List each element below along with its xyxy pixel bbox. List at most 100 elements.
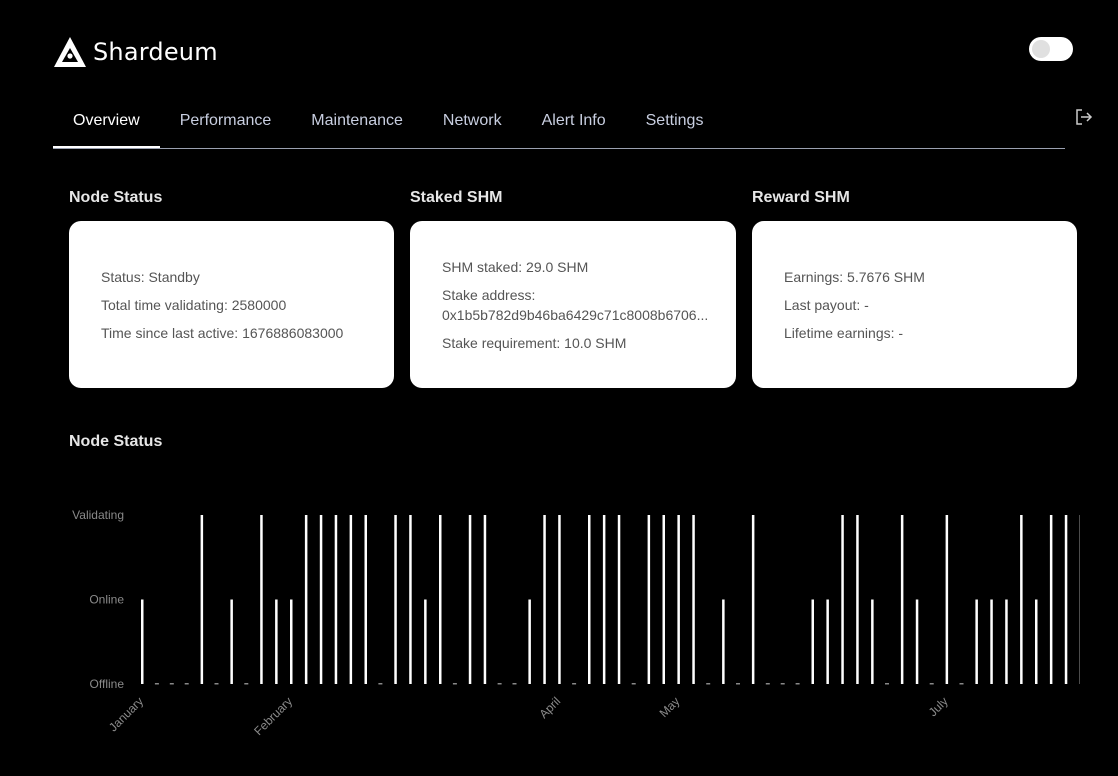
status-bar (945, 515, 949, 684)
status-bar (275, 599, 278, 684)
toggle-knob (1032, 40, 1050, 58)
status-bar (826, 599, 829, 684)
staked-shm-title: Staked SHM (410, 189, 503, 206)
reward-shm-card: Earnings: 5.7676 SHM Last payout: - Life… (752, 221, 1077, 388)
offline-marker (706, 683, 711, 685)
y-axis-label-offline: Offline (90, 677, 125, 691)
status-bar (811, 599, 814, 684)
tab-overview[interactable]: Overview (53, 100, 160, 148)
node-status-card: Status: Standby Total time validating: 2… (69, 221, 394, 388)
offline-marker (378, 683, 383, 685)
app-name: Shardeum (93, 38, 218, 66)
status-bar (662, 515, 665, 684)
offline-marker (572, 683, 577, 685)
stake-address-label: Stake address: (442, 286, 536, 303)
node-status-chart-title: Node Status (69, 433, 163, 450)
offline-marker (452, 683, 457, 685)
tab-performance[interactable]: Performance (160, 100, 292, 146)
status-bar (588, 515, 591, 684)
tab-maintenance[interactable]: Maintenance (291, 100, 423, 146)
status-text: Status: Standby (101, 268, 200, 285)
status-bar (424, 599, 427, 684)
earnings: Earnings: 5.7676 SHM (784, 268, 925, 285)
shardeum-logo-icon (53, 36, 87, 68)
offline-marker (959, 683, 964, 685)
status-bar (722, 599, 725, 684)
status-bar (141, 599, 144, 684)
status-bar (692, 515, 695, 684)
status-bar (483, 515, 487, 684)
status-bar (543, 515, 546, 684)
tab-network[interactable]: Network (423, 100, 522, 146)
status-bar (617, 515, 621, 684)
reward-shm-title: Reward SHM (752, 189, 850, 206)
stake-requirement: Stake requirement: 10.0 SHM (442, 334, 627, 351)
tab-settings[interactable]: Settings (626, 100, 724, 146)
status-bar (1049, 515, 1053, 684)
node-status-chart: Offline Online Validating January February Ap… (72, 508, 1080, 738)
x-axis-label-april: April (536, 694, 563, 721)
main-tabs: Overview Performance Maintenance Network… (53, 100, 1065, 149)
status-bar (1064, 515, 1068, 684)
theme-toggle[interactable] (1029, 37, 1073, 61)
offline-marker (736, 683, 740, 685)
offline-marker (929, 683, 934, 685)
offline-marker (154, 683, 159, 685)
staked-shm-card: SHM staked: 29.0 SHM Stake address: 0x1b… (410, 221, 736, 388)
last-payout: Last payout: - (784, 296, 869, 313)
offline-marker (169, 683, 174, 685)
x-axis-label-february: February (251, 694, 295, 738)
status-bar (409, 515, 412, 684)
stake-address-value: 0x1b5b782d9b46ba6429c71c8008b6706... (442, 306, 709, 323)
x-axis-label-may: May (657, 694, 683, 720)
status-bar (871, 599, 874, 684)
status-bar (990, 599, 993, 684)
status-bar (856, 515, 859, 684)
lifetime-earnings: Lifetime earnings: - (784, 324, 904, 341)
y-axis-label-online: Online (89, 593, 124, 607)
offline-marker (497, 683, 502, 685)
offline-marker (214, 683, 219, 685)
status-bar (558, 515, 561, 684)
status-bar (528, 599, 531, 684)
status-bar (230, 599, 233, 684)
logout-icon[interactable] (1074, 107, 1094, 127)
status-bar (468, 515, 472, 684)
time-since-last-active: Time since last active: 1676886083000 (101, 324, 344, 341)
status-bar (260, 515, 263, 684)
status-bar (304, 515, 308, 684)
shm-staked: SHM staked: 29.0 SHM (442, 258, 589, 275)
offline-marker (512, 683, 517, 685)
status-bar (439, 515, 442, 684)
y-axis-label-validating: Validating (72, 508, 124, 522)
offline-marker (184, 683, 189, 685)
offline-marker (765, 683, 770, 685)
app-logo: Shardeum (53, 36, 218, 68)
offline-marker (885, 683, 889, 685)
x-axis-label-july: July (926, 694, 951, 719)
offline-marker (795, 683, 800, 685)
status-bar (364, 515, 367, 684)
status-bar (677, 515, 680, 684)
status-bar (334, 515, 338, 684)
status-bar (975, 599, 978, 684)
node-status-title: Node Status (69, 189, 163, 206)
status-bar (200, 515, 204, 684)
tab-alert-info[interactable]: Alert Info (522, 100, 626, 146)
status-bar (1005, 599, 1008, 684)
status-bar (1020, 515, 1023, 684)
status-bar (647, 515, 651, 684)
offline-marker (780, 683, 785, 685)
total-time-validating: Total time validating: 2580000 (101, 296, 287, 313)
status-bar (915, 599, 919, 684)
status-bar (319, 515, 323, 684)
offline-marker (244, 683, 249, 685)
status-bar (290, 599, 293, 684)
x-axis-label-january: January (106, 694, 146, 734)
status-bar (1035, 599, 1038, 684)
status-bar (394, 515, 397, 684)
status-bar (349, 515, 353, 684)
status-bar (602, 515, 606, 684)
status-bar (751, 515, 755, 684)
status-bar (841, 515, 844, 684)
